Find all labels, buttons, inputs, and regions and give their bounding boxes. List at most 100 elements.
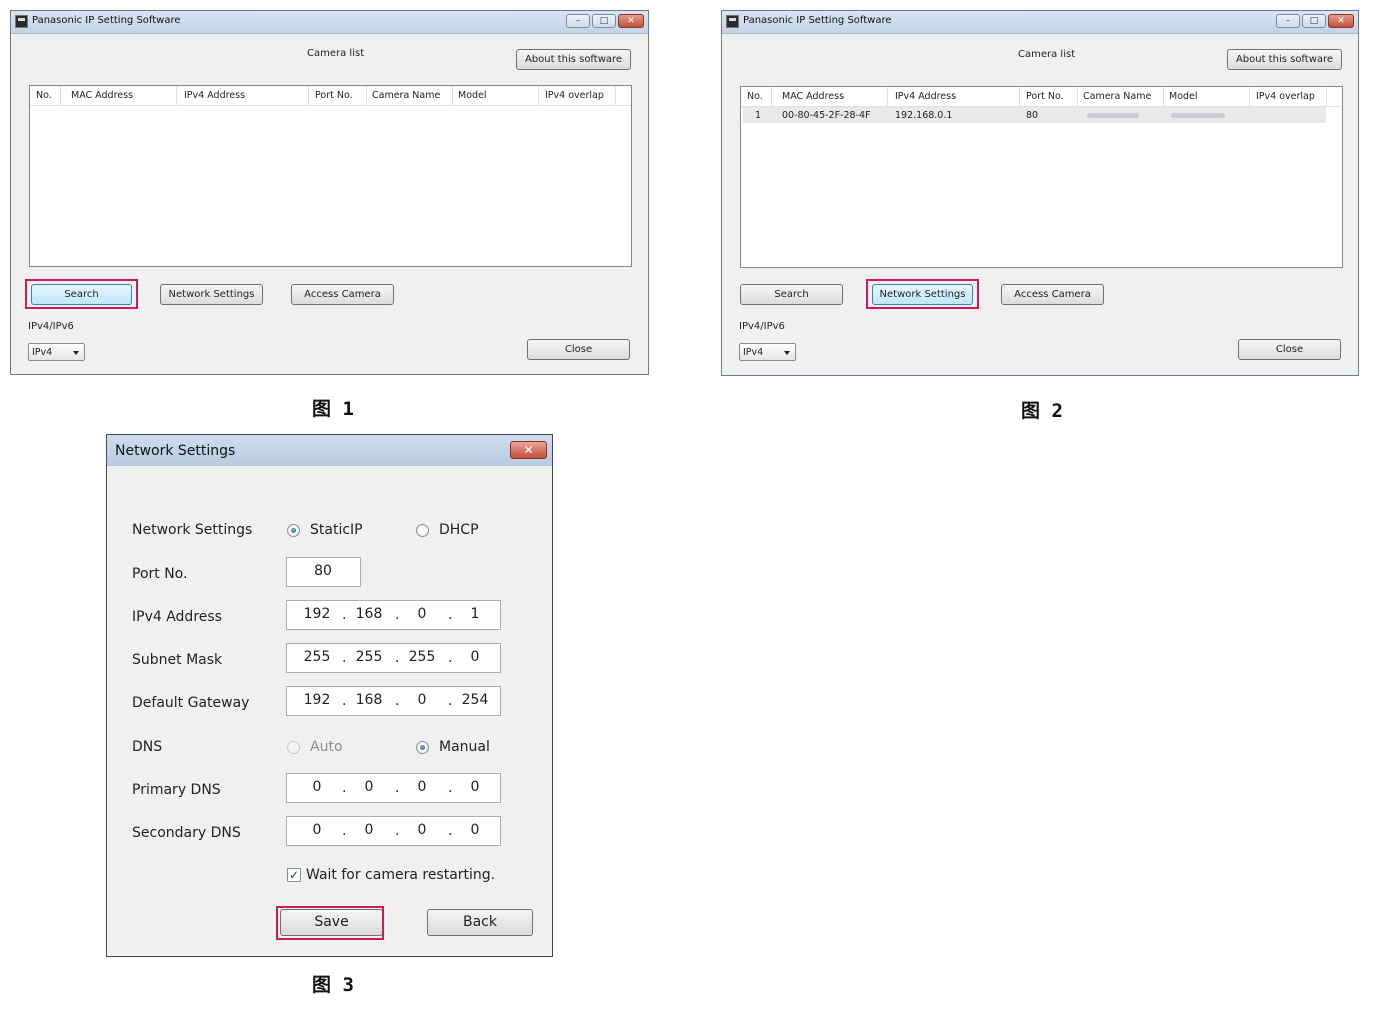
secondary-dns-input[interactable]: 0 . 0 . 0 . 0 (286, 816, 501, 846)
chevron-down-icon (73, 351, 79, 355)
col-camera-name[interactable]: Camera Name (1083, 91, 1151, 102)
secondary-dns-octet-4: 0 (470, 822, 480, 838)
subnet-octet-4: 0 (470, 649, 480, 665)
ip-dot: . (342, 780, 347, 796)
static-ip-label: StaticIP (310, 522, 363, 538)
col-model[interactable]: Model (458, 90, 487, 101)
camera-list-table[interactable]: No. MAC Address IPv4 Address Port No. Ca… (29, 85, 632, 267)
about-software-button[interactable]: About this software (516, 49, 631, 70)
ip-dot: . (448, 780, 453, 796)
ipv4-octet-1: 192 (303, 606, 331, 622)
gateway-octet-2: 168 (355, 692, 383, 708)
port-input[interactable]: 80 (286, 557, 361, 587)
network-settings-highlight (866, 279, 979, 309)
ip-dot: . (395, 780, 400, 796)
chevron-down-icon (784, 351, 790, 355)
minimize-button[interactable]: – (1276, 14, 1300, 28)
primary-dns-octet-3: 0 (417, 779, 427, 795)
ipv4-input[interactable]: 192 . 168 . 0 . 1 (286, 600, 501, 630)
ip-dot: . (448, 650, 453, 666)
close-button[interactable]: Close (1238, 339, 1341, 360)
subnet-octet-1: 255 (303, 649, 331, 665)
app-icon (15, 15, 28, 28)
dns-manual-label: Manual (439, 739, 490, 755)
dns-auto-label: Auto (310, 739, 343, 755)
ip-dot: . (448, 607, 453, 623)
subnet-octet-3: 255 (408, 649, 436, 665)
col-no[interactable]: No. (36, 90, 52, 101)
title-bar: Panasonic IP Setting Software – □ ✕ (722, 11, 1358, 34)
figure1-window: Panasonic IP Setting Software – □ ✕ Came… (10, 10, 649, 375)
ipv4-octet-4: 1 (470, 606, 480, 622)
network-settings-button[interactable]: Network Settings (160, 284, 263, 305)
col-port[interactable]: Port No. (315, 90, 353, 101)
dns-manual-radio[interactable] (416, 741, 429, 754)
ip-version-select[interactable]: IPv4 (28, 343, 85, 361)
primary-dns-label: Primary DNS (132, 782, 221, 798)
dns-auto-radio[interactable] (287, 741, 300, 754)
gateway-input[interactable]: 192 . 168 . 0 . 254 (286, 686, 501, 716)
maximize-button[interactable]: □ (592, 14, 616, 28)
subnet-octet-2: 255 (355, 649, 383, 665)
primary-dns-octet-1: 0 (312, 779, 322, 795)
col-camera-name[interactable]: Camera Name (372, 90, 440, 101)
wait-restart-label: Wait for camera restarting. (306, 867, 496, 883)
access-camera-button[interactable]: Access Camera (1001, 284, 1104, 305)
col-no[interactable]: No. (747, 91, 763, 102)
ip-version-value: IPv4 (32, 347, 53, 358)
minimize-button[interactable]: – (566, 14, 590, 28)
gateway-octet-4: 254 (461, 692, 489, 708)
col-ipv4-overlap[interactable]: IPv4 overlap (1256, 91, 1315, 102)
dialog-title-bar: Network Settings ✕ (107, 435, 552, 466)
ip-version-label: IPv4/IPv6 (28, 321, 74, 332)
ip-dot: . (342, 693, 347, 709)
app-icon (726, 15, 739, 28)
ip-dot: . (448, 823, 453, 839)
ip-dot: . (395, 693, 400, 709)
ipv4-octet-3: 0 (417, 606, 427, 622)
secondary-dns-octet-1: 0 (312, 822, 322, 838)
search-highlight (25, 279, 138, 309)
col-ipv4-overlap[interactable]: IPv4 overlap (545, 90, 604, 101)
primary-dns-octet-2: 0 (364, 779, 374, 795)
camera-name-blurred (1087, 113, 1139, 118)
ip-dot: . (448, 693, 453, 709)
close-window-button[interactable]: ✕ (618, 14, 644, 28)
table-header: No. MAC Address IPv4 Address Port No. Ca… (30, 86, 631, 106)
table-row[interactable]: 1 00-80-45-2F-28-4F 192.168.0.1 80 (743, 107, 1326, 123)
access-camera-button[interactable]: Access Camera (291, 284, 394, 305)
col-port[interactable]: Port No. (1026, 91, 1064, 102)
col-ipv4[interactable]: IPv4 Address (184, 90, 245, 101)
col-model[interactable]: Model (1169, 91, 1198, 102)
camera-list-label: Camera list (1018, 49, 1076, 60)
camera-list-table[interactable]: No. MAC Address IPv4 Address Port No. Ca… (740, 86, 1343, 268)
ip-version-select[interactable]: IPv4 (739, 343, 796, 361)
col-ipv4[interactable]: IPv4 Address (895, 91, 956, 102)
port-label: Port No. (132, 566, 188, 582)
model-blurred (1171, 113, 1225, 118)
row-port: 80 (1026, 110, 1039, 121)
gateway-octet-1: 192 (303, 692, 331, 708)
close-window-button[interactable]: ✕ (1328, 14, 1354, 28)
dialog-title: Network Settings (115, 443, 236, 459)
subnet-input[interactable]: 255 . 255 . 255 . 0 (286, 643, 501, 673)
close-icon[interactable]: ✕ (510, 441, 547, 459)
dhcp-radio[interactable] (416, 524, 429, 537)
static-ip-radio[interactable] (287, 524, 300, 537)
back-button[interactable]: Back (427, 909, 533, 936)
maximize-button[interactable]: □ (1302, 14, 1326, 28)
figure3-caption: 图 3 (312, 974, 354, 996)
wait-restart-checkbox[interactable]: ✓ (287, 868, 301, 882)
secondary-dns-label: Secondary DNS (132, 825, 241, 841)
dhcp-label: DHCP (439, 522, 479, 538)
col-mac[interactable]: MAC Address (782, 91, 844, 102)
close-button[interactable]: Close (527, 339, 630, 360)
search-button[interactable]: Search (740, 284, 843, 305)
primary-dns-input[interactable]: 0 . 0 . 0 . 0 (286, 773, 501, 803)
about-software-button[interactable]: About this software (1227, 49, 1342, 70)
row-mac: 00-80-45-2F-28-4F (782, 110, 871, 121)
figure2-window: Panasonic IP Setting Software – □ ✕ Came… (721, 10, 1359, 376)
network-settings-label: Network Settings (132, 522, 253, 538)
col-mac[interactable]: MAC Address (71, 90, 133, 101)
network-settings-dialog: Network Settings ✕ Network Settings Stat… (106, 434, 553, 957)
